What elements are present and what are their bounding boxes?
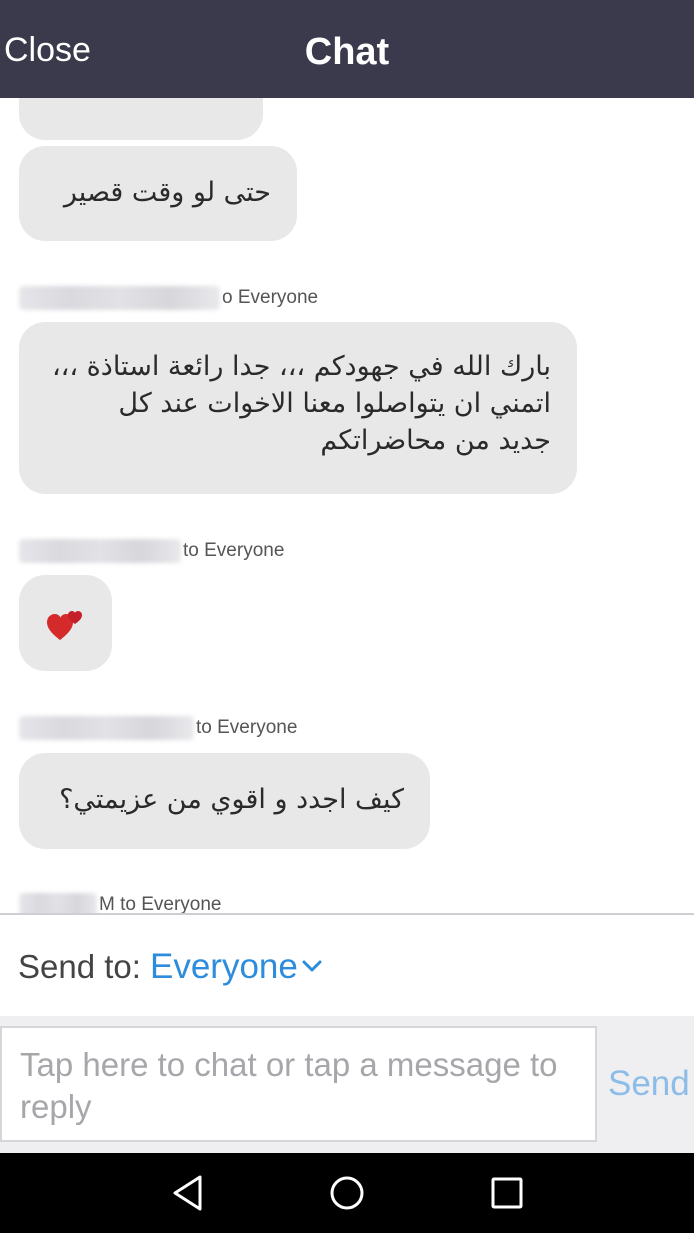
recents-icon[interactable]: [490, 1173, 524, 1213]
message-list[interactable]: حتى لو وقت قصير o Everyone بارك الله في …: [0, 98, 694, 914]
chat-input[interactable]: Tap here to chat or tap a message to rep…: [0, 1026, 597, 1142]
message-recipient: to Everyone: [196, 717, 298, 738]
message-bubble[interactable]: [19, 575, 112, 671]
message-sender-row: to Everyone: [19, 536, 284, 566]
message-bubble[interactable]: كيف اجدد و اقوي من عزيمتي؟: [19, 753, 430, 849]
system-nav-bar: [0, 1153, 694, 1233]
home-icon[interactable]: [328, 1173, 366, 1213]
message-text: بارك الله في جهودكم ،،، جدا رائعة استاذة…: [51, 351, 551, 456]
two-hearts-icon: [47, 611, 82, 640]
send-to-label: Send to:: [18, 948, 141, 985]
message-sender-row: M to Everyone: [19, 890, 222, 914]
message-sender-row: to Everyone: [19, 713, 297, 743]
sender-name-redacted: [19, 539, 181, 563]
sender-name-redacted: [19, 893, 97, 914]
composer: Tap here to chat or tap a message to rep…: [0, 1016, 694, 1153]
message-text: حتى لو وقت قصير: [63, 177, 271, 208]
message-bubble-partial[interactable]: [19, 98, 263, 140]
message-bubble[interactable]: حتى لو وقت قصير: [19, 146, 297, 241]
message-recipient: M to Everyone: [99, 894, 222, 914]
message-recipient: to Everyone: [183, 540, 285, 561]
message-recipient: o Everyone: [222, 287, 319, 308]
sender-name-redacted: [19, 286, 220, 310]
send-button[interactable]: Send: [608, 1064, 690, 1104]
page-title: Chat: [304, 31, 390, 73]
sender-name-redacted: [19, 716, 194, 740]
send-to-bar: Send to: Everyone: [0, 915, 694, 1016]
chevron-down-icon: [302, 960, 322, 972]
message-text: كيف اجدد و اقوي من عزيمتي؟: [59, 784, 404, 815]
message-bubble[interactable]: بارك الله في جهودكم ،،، جدا رائعة استاذة…: [19, 322, 577, 494]
chat-screen: Close Chat حتى لو وقت قصير o Everyone با…: [0, 0, 694, 1233]
chat-header: Close Chat: [0, 0, 694, 98]
message-sender-row: o Everyone: [19, 283, 318, 313]
recipient-selector-value: Everyone: [150, 947, 298, 986]
recipient-selector[interactable]: Everyone: [150, 947, 322, 987]
back-icon[interactable]: [170, 1173, 204, 1213]
